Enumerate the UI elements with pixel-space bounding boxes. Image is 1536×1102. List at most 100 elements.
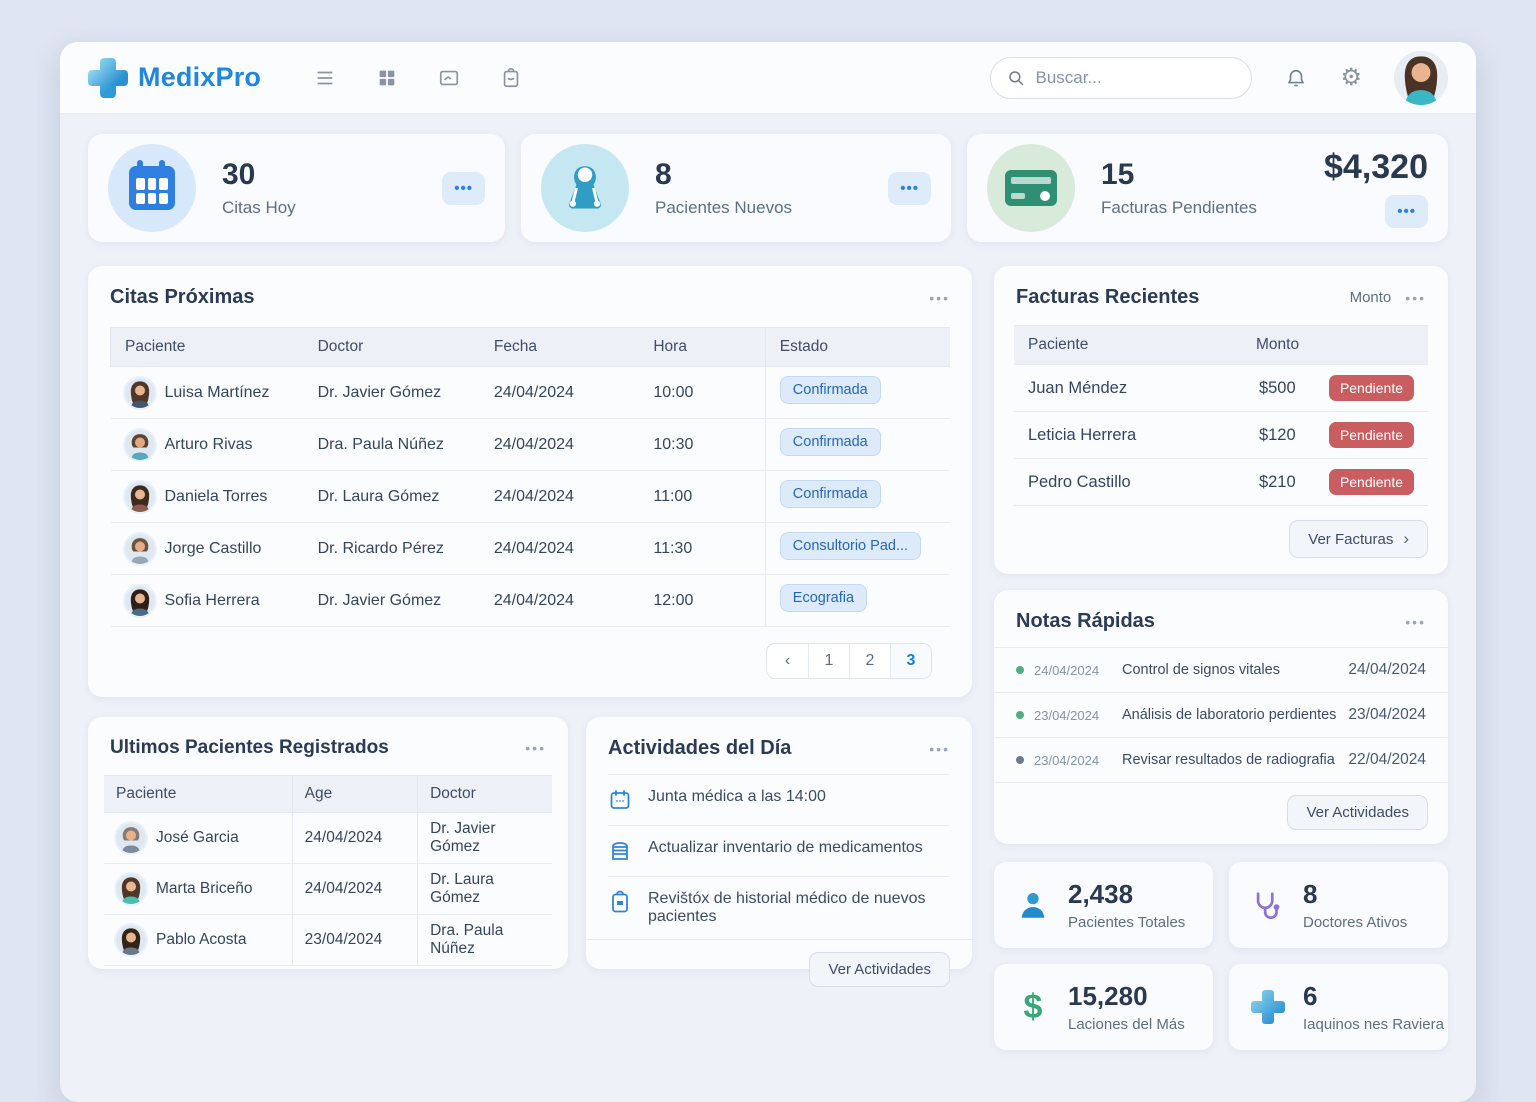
message-icon[interactable] [437,66,461,90]
patient-avatar [125,534,155,564]
notifications-bell-icon[interactable] [1284,66,1308,90]
dollar-icon: $ [1016,990,1050,1024]
pagination-page-1[interactable]: 1 [808,644,849,678]
pagination-page-2[interactable]: 2 [849,644,890,678]
calendar-icon [108,144,196,232]
invoice-row[interactable]: Juan Méndez $500 Pendiente [1014,364,1428,411]
pending-badge[interactable]: Pendiente [1329,422,1414,448]
stat-value: 15 [1101,158,1257,192]
pagination-prev-icon[interactable]: ‹ [767,644,808,678]
stat-label: Pacientes Nuevos [655,198,792,218]
activity-item[interactable]: Junta médica a las 14:00 [608,774,950,825]
mini-stat-label: Laciones del Más [1068,1016,1185,1033]
activity-item[interactable]: Revištóx de historial médico de nuevos p… [608,876,950,939]
stats-row: 30 Citas Hoy ••• 8 Pacientes Nuevos ••• [88,134,1448,242]
user-avatar[interactable] [1394,51,1448,105]
patient-name: Marta Briceño [156,880,252,898]
patient-name: Luisa Martínez [165,384,270,402]
stat-menu-button[interactable]: ••• [1385,195,1428,228]
activity-item[interactable]: Actualizar inventario de medicamentos [608,825,950,876]
status-badge[interactable]: Confirmada [780,376,881,404]
invoice-amount: $210 [1259,473,1329,492]
table-row[interactable]: Arturo Rivas Dra. Paula Núñez 24/04/2024… [111,419,951,471]
patient-name: Sofia Herrera [165,592,260,610]
patient-avatar [125,430,155,460]
patient-avatar [125,586,155,616]
stat-label: Facturas Pendientes [1101,198,1257,218]
view-activities-button[interactable]: Ver Actividades [809,952,950,987]
medical-cross-logo-icon [88,58,128,98]
stat-menu-button[interactable]: ••• [442,172,485,205]
clipboard-icon[interactable] [499,66,523,90]
doctor-name: Dr. Javier Gómez [418,813,552,864]
mini-stat-active-doctors: 8 Doctores Ativos [1229,862,1448,948]
panel-title: Ultimos Pacientes Registrados [110,737,389,759]
note-date-small: 24/04/2024 [1034,663,1112,678]
top-navbar: MedixPro ⚙ [60,42,1476,114]
doctor-name: Dra. Paula Núñez [418,915,552,966]
pagination-page-3-active[interactable]: 3 [890,644,931,678]
status-badge[interactable]: Consultorio Pad... [780,532,921,560]
pending-badge[interactable]: Pendiente [1329,469,1414,495]
table-row[interactable]: Pablo Acosta 23/04/2024 Dra. Paula Núñez [104,915,552,966]
invoice-row[interactable]: Leticia Herrera $120 Pendiente [1014,411,1428,458]
patient-name: Leticia Herrera [1028,426,1136,445]
note-item[interactable]: 23/04/2024 Revisar resultados de radiogr… [994,737,1448,782]
table-row[interactable]: Jorge Castillo Dr. Ricardo Pérez 24/04/2… [111,523,951,575]
panel-menu-icon[interactable]: ••• [525,740,546,756]
table-row[interactable]: Sofia Herrera Dr. Javier Gómez 24/04/202… [111,575,951,627]
mini-stat-monthly-income: $ 15,280 Laciones del Más [994,964,1213,1050]
status-dot-icon [1016,666,1024,674]
app-logo[interactable]: MedixPro [88,58,261,98]
status-dot-icon [1016,711,1024,719]
note-text: Revisar resultados de radiografia [1122,752,1338,768]
app-name: MedixPro [138,62,261,93]
table-row[interactable]: Marta Briceño 24/04/2024 Dr. Laura Gómez [104,864,552,915]
appointment-date: 24/04/2024 [480,523,640,575]
note-item[interactable]: 23/04/2024 Análisis de laboratorio perdi… [994,692,1448,737]
registered-date: 23/04/2024 [292,915,417,966]
apps-grid-icon[interactable] [375,66,399,90]
panel-title: Notas Rápidas [1016,610,1155,633]
search-bar[interactable] [990,57,1252,99]
invoice-amount: $120 [1259,426,1329,445]
appointment-time: 10:30 [639,419,765,471]
doctor-name: Dr. Laura Gómez [418,864,552,915]
activity-text: Junta médica a las 14:00 [648,788,826,806]
panel-menu-icon[interactable]: ••• [1405,614,1426,630]
quick-notes-panel: Notas Rápidas ••• 24/04/2024 Control de … [994,590,1448,844]
user-icon [1016,888,1050,922]
stat-card-appointments: 30 Citas Hoy ••• [88,134,505,242]
note-text: Control de signos vitales [1122,662,1338,678]
status-badge[interactable]: Ecografia [780,584,867,612]
recent-invoices-panel: Facturas Recientes Monto ••• Paciente Mo… [994,266,1448,574]
panel-menu-icon[interactable]: ••• [1405,290,1426,306]
status-badge[interactable]: Confirmada [780,428,881,456]
panel-menu-icon[interactable]: ••• [929,290,950,306]
mini-stat-label: Iaquinos nes Raviera [1303,1016,1444,1033]
invoice-row[interactable]: Pedro Castillo $210 Pendiente [1014,458,1428,505]
settings-gear-icon[interactable]: ⚙ [1340,66,1362,90]
status-badge[interactable]: Confirmada [780,480,881,508]
stat-menu-button[interactable]: ••• [888,172,931,205]
chevron-right-icon: › [1403,529,1409,549]
note-item[interactable]: 24/04/2024 Control de signos vitales 24/… [994,647,1448,692]
mini-stat-total-patients: 2,438 Pacientes Totales [994,862,1213,948]
stat-label: Citas Hoy [222,198,296,218]
invoices-sort-label[interactable]: Monto [1350,289,1392,306]
patient-avatar [125,378,155,408]
view-activities-button[interactable]: Ver Actividades [1287,795,1428,830]
menu-icon[interactable] [313,66,337,90]
table-row[interactable]: José Garcia 24/04/2024 Dr. Javier Gómez [104,813,552,864]
mini-stat-value: 6 [1303,981,1444,1012]
mini-stats-grid: 2,438 Pacientes Totales 8 Doctores Ativo… [994,862,1448,1050]
view-invoices-button[interactable]: Ver Facturas› [1289,520,1428,558]
table-row[interactable]: Daniela Torres Dr. Laura Gómez 24/04/202… [111,471,951,523]
patient-avatar [116,874,146,904]
patient-name: Daniela Torres [165,488,268,506]
search-input[interactable] [1035,68,1215,88]
patient-avatar [116,925,146,955]
pending-badge[interactable]: Pendiente [1329,375,1414,401]
table-row[interactable]: Luisa Martínez Dr. Javier Gómez 24/04/20… [111,367,951,419]
panel-menu-icon[interactable]: ••• [929,741,950,757]
